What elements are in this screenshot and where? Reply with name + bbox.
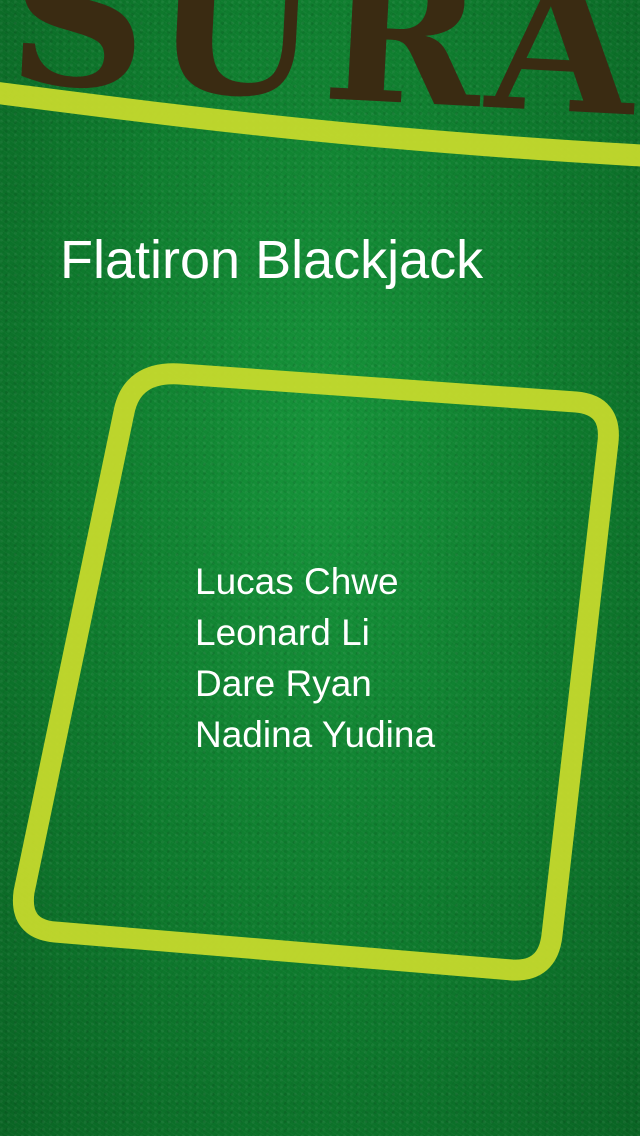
player-name[interactable]: Dare Ryan (195, 658, 435, 709)
app-title: Flatiron Blackjack (60, 230, 484, 290)
player-name[interactable]: Lucas Chwe (195, 556, 435, 607)
player-list: Lucas Chwe Leonard Li Dare Ryan Nadina Y… (195, 556, 435, 760)
player-name[interactable]: Leonard Li (195, 607, 435, 658)
player-name[interactable]: Nadina Yudina (195, 709, 435, 760)
